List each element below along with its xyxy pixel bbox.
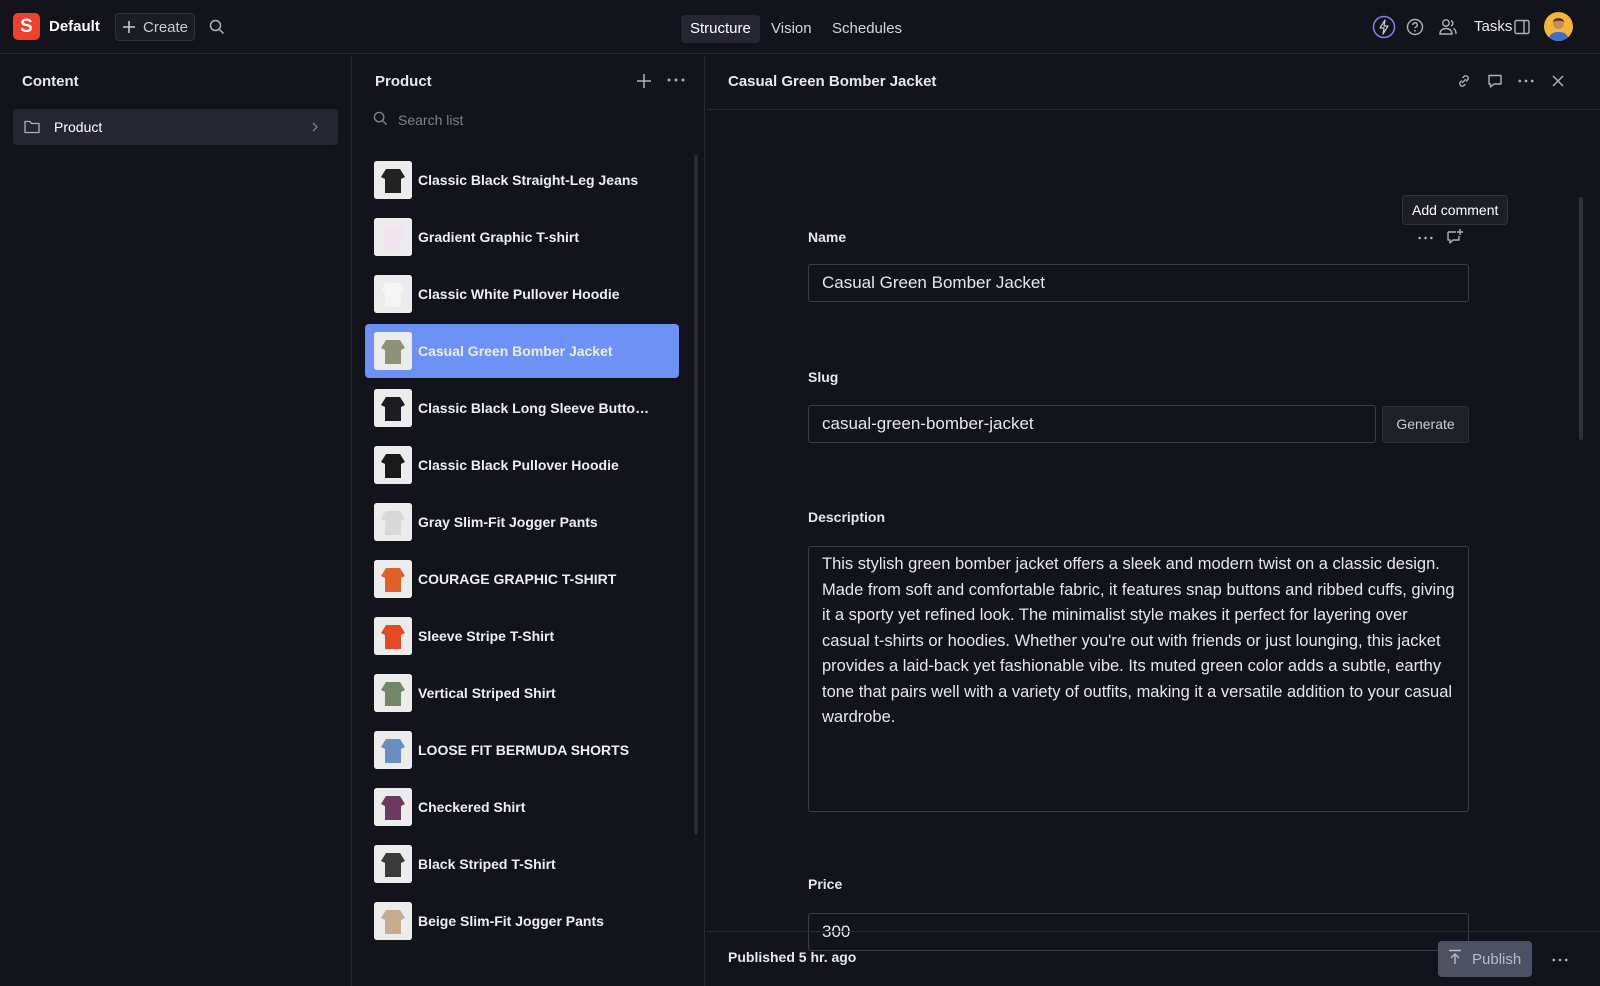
sidebar-item-label: Product <box>54 119 103 135</box>
list-item[interactable]: Sleeve Stripe T-Shirt <box>365 609 679 663</box>
add-document-icon[interactable] <box>636 73 652 89</box>
tab-structure[interactable]: Structure <box>681 15 760 43</box>
content-pane-title: Content <box>22 73 79 90</box>
product-thumbnail <box>374 275 412 313</box>
list-item-label: Sleeve Stripe T-Shirt <box>418 628 555 644</box>
list-item[interactable]: Casual Green Bomber Jacket <box>365 324 679 378</box>
list-item-label: Gray Slim-Fit Jogger Pants <box>418 514 598 530</box>
search-input[interactable] <box>398 112 638 128</box>
list-item[interactable]: Vertical Striped Shirt <box>365 666 679 720</box>
product-thumbnail <box>374 389 412 427</box>
list-item[interactable]: Classic Black Long Sleeve Button-... <box>365 381 679 435</box>
help-icon[interactable] <box>1406 18 1424 36</box>
list-item-label: Classic Black Long Sleeve Button-... <box>418 400 653 416</box>
publish-button[interactable]: Publish <box>1438 941 1532 977</box>
search-icon[interactable] <box>209 19 225 35</box>
list-item-label: Beige Slim-Fit Jogger Pants <box>418 913 604 929</box>
publish-label: Publish <box>1472 950 1522 968</box>
list-item-label: Classic Black Pullover Hoodie <box>418 457 619 473</box>
list-item[interactable]: Black Striped T-Shirt <box>365 837 679 891</box>
list-item[interactable]: COURAGE GRAPHIC T-SHIRT <box>365 552 679 606</box>
close-icon[interactable] <box>1551 74 1565 88</box>
list-pane-title: Product <box>375 73 432 90</box>
search-icon <box>373 111 388 129</box>
create-label: Create <box>143 18 189 36</box>
bolt-icon[interactable] <box>1372 15 1396 39</box>
product-thumbnail <box>374 218 412 256</box>
add-comment-icon[interactable] <box>1446 228 1464 246</box>
product-thumbnail <box>374 674 412 712</box>
list-scrollbar[interactable] <box>694 155 698 835</box>
panel-icon[interactable] <box>1514 19 1530 35</box>
product-thumbnail <box>374 161 412 199</box>
list-item-label: Vertical Striped Shirt <box>418 685 556 701</box>
list-item-label: Classic Black Straight-Leg Jeans <box>418 172 639 188</box>
document-title: Casual Green Bomber Jacket <box>728 73 937 90</box>
description-field[interactable]: This stylish green bomber jacket offers … <box>808 546 1469 812</box>
list-item[interactable]: Classic Black Pullover Hoodie <box>365 438 679 492</box>
product-thumbnail <box>374 902 412 940</box>
users-icon[interactable] <box>1438 17 1458 37</box>
document-header: Casual Green Bomber Jacket <box>706 55 1600 110</box>
comment-icon[interactable] <box>1487 73 1503 89</box>
publish-status: Published 5 hr. ago <box>728 949 857 965</box>
list-item[interactable]: Classic White Pullover Hoodie <box>365 267 679 321</box>
sidebar-item-product[interactable]: Product <box>13 109 338 145</box>
list-item[interactable]: Gradient Graphic T-shirt <box>365 210 679 264</box>
document-pane: Casual Green Bomber Jacket Add comment N… <box>706 55 1600 986</box>
footer-more-options-icon[interactable] <box>1552 958 1568 962</box>
list-item-label: Casual Green Bomber Jacket <box>418 343 613 359</box>
list-item-label: Checkered Shirt <box>418 799 526 815</box>
product-thumbnail <box>374 617 412 655</box>
publish-icon <box>1448 949 1462 969</box>
user-avatar[interactable] <box>1544 12 1573 41</box>
tasks-button[interactable]: Tasks <box>1474 18 1512 35</box>
content-pane: Content Product <box>0 55 352 986</box>
list-item-label: COURAGE GRAPHIC T-SHIRT <box>418 571 617 587</box>
product-thumbnail <box>374 503 412 541</box>
generate-slug-button[interactable]: Generate <box>1382 406 1469 443</box>
list-item[interactable]: Beige Slim-Fit Jogger Pants <box>365 894 679 948</box>
list-item[interactable]: LOOSE FIT BERMUDA SHORTS <box>365 723 679 777</box>
name-field[interactable] <box>808 264 1469 302</box>
product-thumbnail <box>374 560 412 598</box>
product-thumbnail <box>374 446 412 484</box>
studio-logo[interactable]: S <box>13 13 40 40</box>
more-options-icon[interactable] <box>667 78 685 82</box>
tab-vision[interactable]: Vision <box>762 15 821 43</box>
document-form: Add comment Name Slug Generate Descripti… <box>706 111 1600 951</box>
field-more-options-icon[interactable] <box>1418 236 1433 240</box>
product-thumbnail <box>374 731 412 769</box>
description-field-label: Description <box>808 509 886 525</box>
list-item-label: Classic White Pullover Hoodie <box>418 286 620 302</box>
price-field-label: Price <box>808 876 843 892</box>
list-item-label: Gradient Graphic T-shirt <box>418 229 580 245</box>
product-thumbnail <box>374 332 412 370</box>
product-list-pane: Product Classic Black Straight-Leg Jeans… <box>353 55 705 986</box>
slug-field-label: Slug <box>808 369 839 385</box>
create-button[interactable]: Create <box>115 13 195 41</box>
name-field-label: Name <box>808 229 847 245</box>
list-item[interactable]: Checkered Shirt <box>365 780 679 834</box>
list-item-label: LOOSE FIT BERMUDA SHORTS <box>418 742 630 758</box>
search-list <box>373 111 638 129</box>
product-thumbnail <box>374 845 412 883</box>
chevron-right-icon <box>310 121 320 133</box>
document-footer: Published 5 hr. ago Publish <box>706 931 1600 986</box>
folder-icon <box>24 119 40 134</box>
list-item[interactable]: Classic Black Straight-Leg Jeans <box>365 153 679 207</box>
document-scrollbar[interactable] <box>1579 197 1583 440</box>
product-thumbnail <box>374 788 412 826</box>
list-item[interactable]: Gray Slim-Fit Jogger Pants <box>365 495 679 549</box>
add-comment-tooltip: Add comment <box>1402 195 1509 225</box>
link-icon[interactable] <box>1456 73 1472 89</box>
slug-field[interactable] <box>808 405 1376 443</box>
list-item-label: Black Striped T-Shirt <box>418 856 556 872</box>
plus-icon <box>122 20 136 34</box>
more-options-icon[interactable] <box>1518 79 1534 83</box>
workspace-name[interactable]: Default <box>49 18 100 35</box>
top-bar: S Default Create Structure Vision Schedu… <box>0 0 1600 54</box>
tab-schedules[interactable]: Schedules <box>823 15 911 43</box>
product-list: Classic Black Straight-Leg Jeans Gradient… <box>365 153 679 951</box>
